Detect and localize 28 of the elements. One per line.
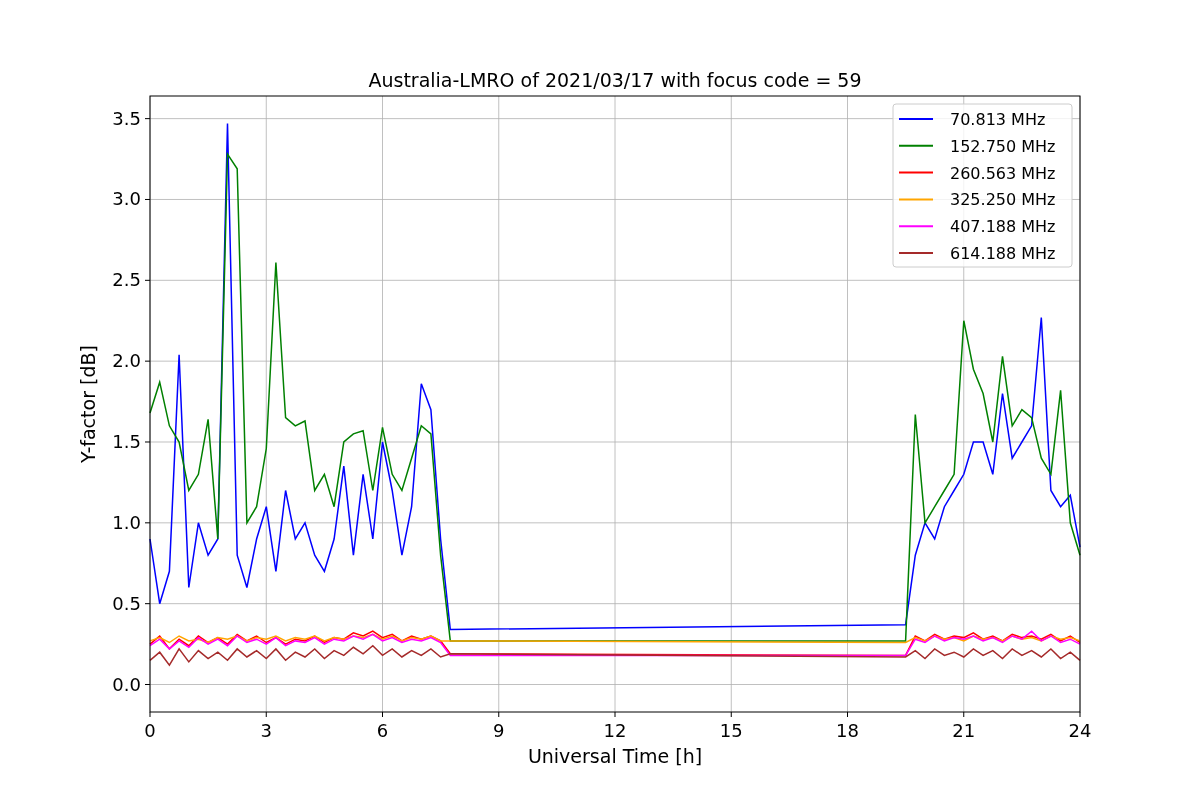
y-tick-label: 3.0 [112, 188, 141, 210]
y-tick-label: 2.5 [112, 269, 141, 291]
x-tick-label: 21 [952, 720, 976, 741]
line-series [149, 633, 1081, 644]
chart-title: Australia-LMRO of 2021/03/17 with focus code = 59 [368, 69, 862, 91]
line-series [149, 644, 1081, 666]
legend-label: 614.188 MHz [950, 244, 1056, 263]
legend-label: 70.813 MHz [950, 110, 1046, 129]
x-tick-label: 12 [603, 720, 627, 741]
y-tick-label: 0.5 [112, 592, 141, 614]
y-axis-label: Y-factor [dB] [77, 345, 99, 463]
legend-label: 325.250 MHz [950, 190, 1056, 210]
x-tick-label: 9 [493, 720, 505, 741]
y-tick-label: 1.0 [112, 511, 141, 533]
x-axis-label: Universal Time [h] [527, 745, 703, 767]
x-tick-label: 18 [836, 720, 859, 741]
x-tick-label: 0 [144, 720, 156, 741]
y-tick-label: 0.0 [112, 673, 141, 695]
legend-label: 152.750 MHz [950, 136, 1056, 156]
x-tick-label: 6 [376, 720, 389, 741]
x-tick-label: 24 [1068, 720, 1092, 741]
x-tick-label: 3 [260, 720, 272, 741]
y-tick-label: 3.5 [112, 107, 141, 129]
y-tick-label: 2.0 [112, 350, 141, 372]
legend-label: 260.563 MHz [950, 163, 1056, 183]
x-tick-label: 15 [719, 720, 743, 741]
legend-label: 407.188 MHz [950, 217, 1056, 237]
y-tick-label: 1.5 [112, 431, 141, 452]
